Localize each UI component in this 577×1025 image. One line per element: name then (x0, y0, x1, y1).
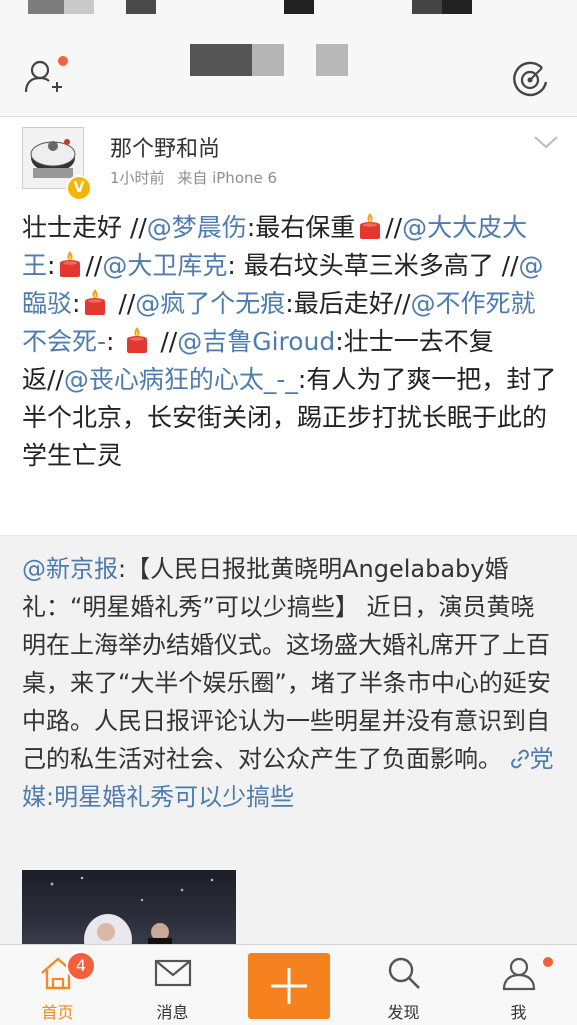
bottom-tab-bar: 4 首页 消息 发现 我 (0, 944, 577, 1025)
post-text-segment: : (72, 289, 81, 318)
tab-discover-label: 发现 (387, 1003, 420, 1022)
tab-me[interactable]: 我 (461, 945, 576, 1025)
profile-icon (502, 957, 535, 991)
search-icon (388, 957, 420, 989)
weibo-post-card[interactable]: V 那个野和尚 1小时前 来自 iPhone 6 壮士走好 //@梦晨伤:最右保… (0, 117, 577, 535)
candle-emoji-icon (60, 251, 81, 277)
mention-link[interactable]: @丧心病狂的心太_-_ (64, 365, 298, 394)
post-text-segment: : (106, 327, 123, 356)
post-text-segment: :【人民日报批黄晓明Angelababy婚礼：“明星婚礼秀”可以少搞些】 近日，… (22, 555, 551, 773)
radar-icon (513, 61, 548, 97)
notification-dot (58, 56, 68, 66)
plus-icon (271, 968, 307, 1004)
mention-link[interactable]: @吉鲁Giroud (177, 327, 335, 356)
post-text-segment: // (85, 251, 103, 280)
post-text-segment: :最后走好// (285, 289, 411, 318)
tab-messages[interactable]: 消息 (115, 945, 230, 1025)
post-source: 来自 iPhone 6 (177, 169, 278, 187)
post-meta: 1小时前 来自 iPhone 6 (110, 167, 285, 188)
compose-button[interactable] (248, 953, 330, 1019)
tab-home[interactable]: 4 首页 (0, 945, 115, 1025)
status-bar-mosaic (28, 0, 64, 14)
tab-messages-label: 消息 (156, 1003, 189, 1022)
repost-image-thumbnail[interactable] (22, 870, 236, 946)
status-bar-mosaic (442, 0, 472, 14)
nav-title-mosaic (190, 44, 252, 76)
add-friend-button[interactable] (20, 56, 68, 96)
status-bar-mosaic (412, 0, 442, 14)
tab-discover[interactable]: 发现 (346, 945, 461, 1025)
mention-link[interactable]: @大卫库克 (102, 251, 227, 280)
tab-me-label: 我 (510, 1003, 527, 1022)
post-text-segment: // (110, 289, 136, 318)
profile-notification-dot (543, 957, 553, 967)
post-text: 壮士走好 //@梦晨伤:最右保重//@大大皮大王://@大卫库克: 最右坟头草三… (22, 209, 557, 475)
status-bar-mosaic (126, 0, 156, 14)
tab-home-label: 首页 (41, 1003, 74, 1022)
post-options-button[interactable] (532, 133, 560, 151)
post-text-segment: : 最右坟头草三米多高了 // (227, 251, 519, 280)
candle-emoji-icon (360, 213, 381, 239)
post-time: 1小时前 (110, 169, 165, 187)
status-bar-mosaic (284, 0, 314, 14)
top-nav-bar (0, 0, 577, 117)
wedding-photo (50, 876, 214, 946)
chevron-down-icon (534, 136, 558, 149)
nav-title-mosaic (252, 44, 284, 76)
username[interactable]: 那个野和尚 (110, 131, 220, 163)
radar-button[interactable] (508, 60, 554, 100)
verified-badge-icon: V (66, 175, 92, 201)
candle-emoji-icon (127, 327, 148, 353)
home-unread-badge: 4 (66, 951, 96, 981)
mention-link[interactable]: @梦晨伤 (147, 213, 247, 242)
post-text-segment: 壮士走好 // (22, 213, 147, 242)
link-icon (510, 749, 529, 769)
status-bar-mosaic (64, 0, 94, 14)
reposted-content[interactable]: @新京报:【人民日报批黄晓明Angelababy婚礼：“明星婚礼秀”可以少搞些】… (0, 535, 577, 946)
mention-link[interactable]: @疯了个无痕 (135, 289, 285, 318)
envelope-icon (154, 959, 191, 987)
nav-title-mosaic (316, 44, 348, 76)
post-text-segment: : (47, 251, 56, 280)
mention-link[interactable]: @新京报 (22, 555, 118, 583)
post-text-segment: // (385, 213, 403, 242)
candle-emoji-icon (85, 289, 106, 315)
post-text-segment: // (152, 327, 178, 356)
repost-text: @新京报:【人民日报批黄晓明Angelababy婚礼：“明星婚礼秀”可以少搞些】… (22, 550, 557, 816)
post-text-segment: :最右保重 (246, 213, 356, 242)
